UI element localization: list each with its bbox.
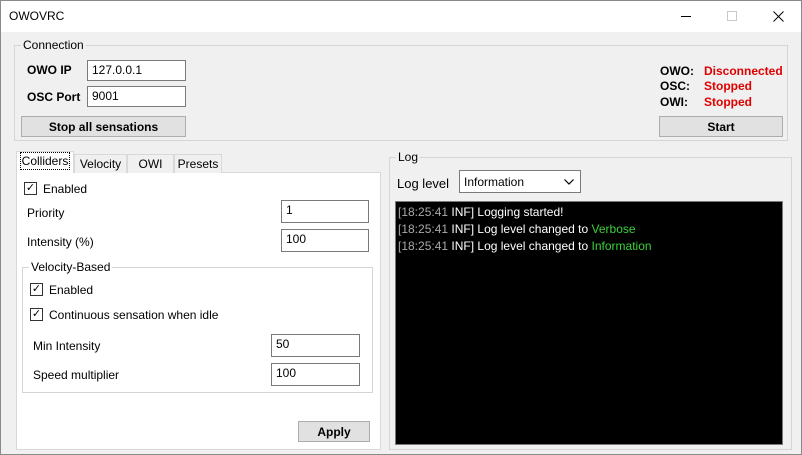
owi-status-value: Stopped (704, 95, 752, 109)
speed-multiplier-input[interactable]: 100 (271, 363, 360, 386)
apply-button[interactable]: Apply (298, 421, 370, 442)
maximize-button (709, 1, 755, 32)
title-bar[interactable]: OWOVRC (1, 1, 801, 32)
maximize-icon (726, 11, 737, 21)
continuous-sensation-checkbox[interactable]: ✓ (30, 308, 43, 321)
velocity-based-legend: Velocity-Based (31, 260, 111, 274)
app-window: OWOVRC Connection OWO IP 127.0.0.1 OSC P… (0, 0, 802, 455)
chevron-down-icon (564, 179, 574, 185)
priority-label: Priority (27, 206, 65, 220)
owo-ip-label: OWO IP (27, 63, 72, 77)
tab-presets-label: Presets (177, 157, 219, 171)
log-highlight: Verbose (591, 222, 636, 236)
speed-multiplier-label: Speed multiplier (33, 368, 120, 382)
osc-status-label: OSC: (660, 79, 690, 93)
owo-status-value: Disconnected (704, 64, 783, 78)
owo-status-label: OWO: (660, 64, 694, 78)
log-message: Log level changed to (477, 222, 589, 236)
osc-port-label: OSC Port (27, 90, 81, 104)
tab-colliders-label: Colliders (19, 152, 71, 170)
connection-legend: Connection (23, 38, 84, 52)
minimize-icon (680, 16, 691, 17)
log-timestamp: [18:25:41 (398, 239, 449, 253)
velocity-enabled-checkbox[interactable]: ✓ (30, 283, 43, 296)
log-level-select[interactable]: Information (459, 170, 581, 193)
log-level-label: Log level (397, 176, 450, 191)
log-message: Log level changed to (477, 239, 589, 253)
log-line: [18:25:41 INF] Logging started! (398, 204, 782, 221)
log-message: Logging started! (477, 205, 564, 219)
min-intensity-input[interactable]: 50 (271, 334, 360, 357)
log-level-tag: INF] (451, 239, 475, 253)
tab-presets[interactable]: Presets (174, 154, 222, 173)
min-intensity-label: Min Intensity (33, 339, 101, 353)
log-timestamp: [18:25:41 (398, 205, 449, 219)
log-line: [18:25:41 INF] Log level changed to Verb… (398, 221, 782, 238)
colliders-enabled-checkbox[interactable]: ✓ (24, 182, 37, 195)
intensity-input[interactable]: 100 (281, 229, 369, 252)
stop-all-sensations-button[interactable]: Stop all sensations (21, 116, 186, 137)
colliders-enabled-label: Enabled (43, 182, 88, 196)
velocity-enabled-label: Enabled (49, 283, 94, 297)
log-level-value: Information (464, 175, 525, 189)
owi-status-label: OWI: (660, 95, 688, 109)
priority-input[interactable]: 1 (281, 200, 369, 223)
log-line: [18:25:41 INF] Log level changed to Info… (398, 238, 782, 255)
continuous-sensation-label: Continuous sensation when idle (49, 308, 219, 322)
tab-owi-label: OWI (138, 157, 163, 171)
osc-status-value: Stopped (704, 79, 752, 93)
window-title: OWOVRC (9, 9, 65, 23)
intensity-label: Intensity (%) (27, 235, 94, 249)
start-button[interactable]: Start (659, 116, 783, 137)
tab-velocity[interactable]: Velocity (74, 154, 127, 173)
log-level-tag: INF] (451, 205, 475, 219)
owo-ip-input[interactable]: 127.0.0.1 (87, 60, 186, 81)
tab-colliders[interactable]: Colliders (16, 151, 74, 173)
close-icon (772, 11, 784, 22)
log-level-tag: INF] (451, 222, 475, 236)
tab-velocity-label: Velocity (79, 157, 122, 171)
osc-port-input[interactable]: 9001 (87, 86, 186, 107)
log-output[interactable]: [18:25:41 INF] Logging started! [18:25:4… (395, 201, 783, 445)
minimize-button[interactable] (663, 1, 709, 32)
tab-owi[interactable]: OWI (127, 154, 174, 173)
log-legend: Log (398, 150, 419, 164)
close-button[interactable] (755, 1, 801, 32)
log-timestamp: [18:25:41 (398, 222, 449, 236)
log-highlight: Information (591, 239, 652, 253)
